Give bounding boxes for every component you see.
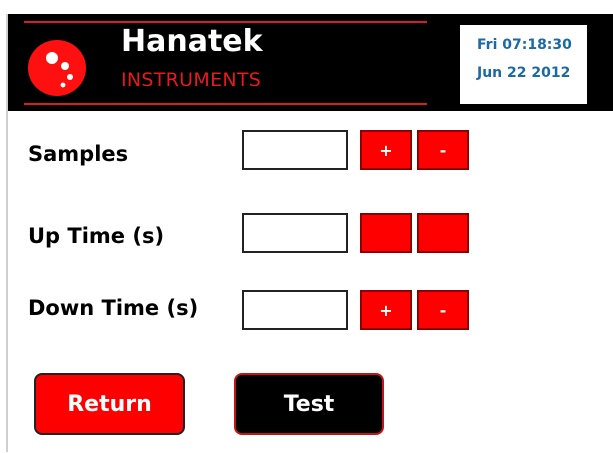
hanatek-logo-icon <box>28 40 86 96</box>
clock-time: Fri 07:18:30 <box>477 37 572 53</box>
samples-plus-button[interactable]: + <box>360 130 412 170</box>
clock-panel: Fri 07:18:30 Jun 22 2012 <box>460 25 587 104</box>
clock-date: Jun 22 2012 <box>477 65 571 81</box>
down-time-minus-button[interactable]: - <box>417 290 469 330</box>
test-button[interactable]: Test <box>234 373 384 435</box>
down-time-plus-button[interactable]: + <box>360 290 412 330</box>
header-bar: Hanatek INSTRUMENTS Fri 07:18:30 Jun 22 … <box>8 14 613 111</box>
samples-field[interactable] <box>242 130 348 170</box>
samples-label: Samples <box>28 142 129 166</box>
brand-name: Hanatek <box>121 24 263 59</box>
header-rule-bottom <box>24 103 427 105</box>
samples-minus-button[interactable]: - <box>417 130 469 170</box>
down-time-field[interactable] <box>242 290 348 330</box>
up-time-field[interactable] <box>242 213 348 253</box>
return-button[interactable]: Return <box>34 373 185 435</box>
up-time-plus-button[interactable] <box>360 213 412 253</box>
down-time-label: Down Time (s) <box>28 296 199 320</box>
brand-subtitle: INSTRUMENTS <box>121 69 262 91</box>
up-time-minus-button[interactable] <box>417 213 469 253</box>
up-time-label: Up Time (s) <box>28 224 165 248</box>
